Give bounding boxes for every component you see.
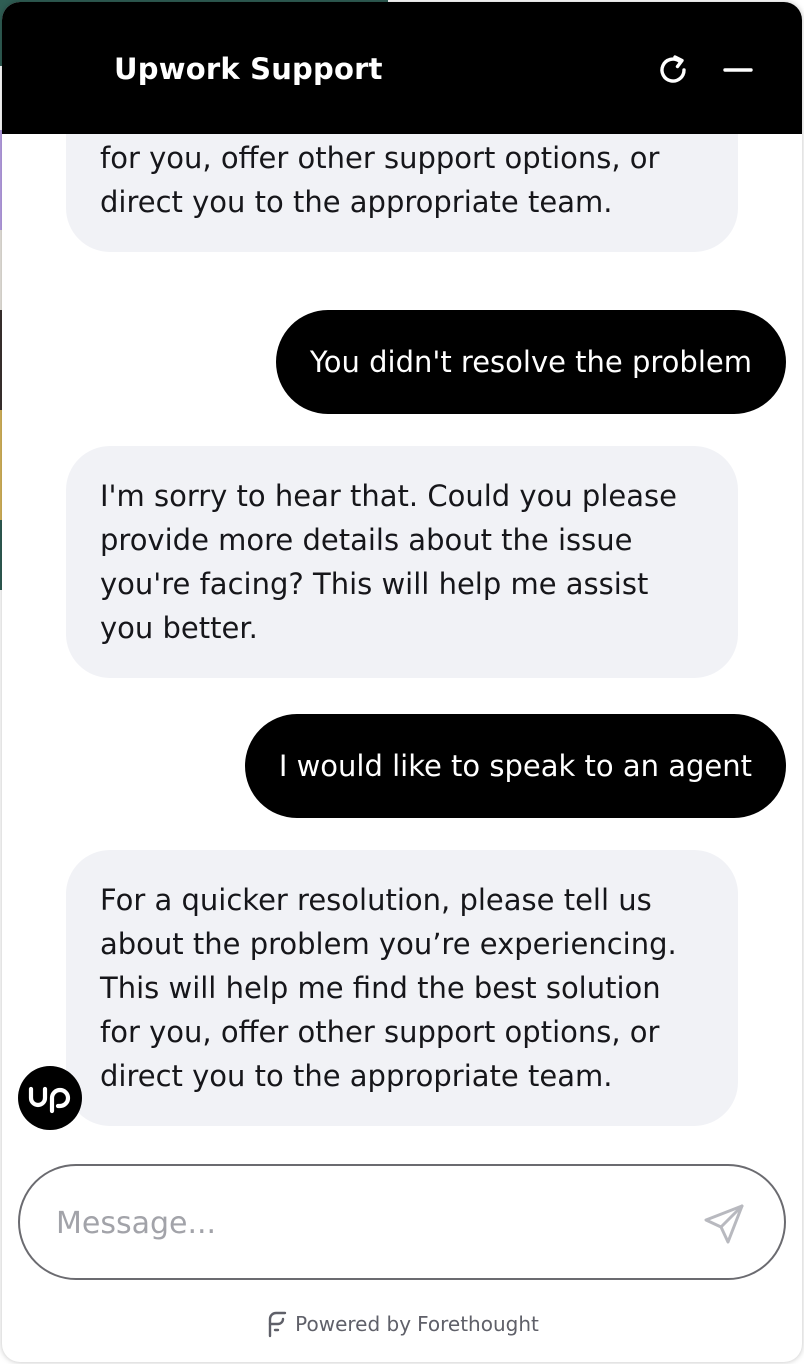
minimize-button[interactable] [718, 50, 758, 90]
message-list[interactable]: This will help me find the best solution… [2, 134, 802, 1158]
chat-title: Upwork Support [114, 52, 383, 86]
user-message-text: I would like to speak to an agent [278, 749, 752, 783]
user-message-text: You didn't resolve the problem [309, 345, 752, 379]
bot-message: This will help me find the best solution… [66, 134, 738, 252]
bot-message-text: For a quicker resolution, please tell us… [100, 883, 677, 1093]
message-composer [18, 1164, 786, 1280]
chat-widget: Upwork Support This will help me find th… [2, 2, 802, 1362]
forethought-logo-icon [268, 1311, 287, 1338]
minimize-icon [723, 68, 753, 72]
send-button[interactable] [700, 1200, 748, 1248]
user-message: I would like to speak to an agent [244, 714, 786, 818]
bot-avatar [18, 1066, 82, 1130]
powered-by-footer: Powered by Forethought [2, 1304, 802, 1344]
bot-message-text: This will help me find the best solution… [100, 141, 660, 219]
forethought-link[interactable]: Forethought [417, 1312, 539, 1336]
powered-by-label: Powered by [295, 1312, 412, 1336]
chat-header: Upwork Support [2, 2, 802, 134]
bot-message-text: I'm sorry to hear that. Could you please… [100, 479, 677, 645]
bot-message: For a quicker resolution, please tell us… [66, 850, 738, 1126]
refresh-button[interactable] [653, 50, 693, 90]
upwork-logo-icon [28, 1086, 71, 1114]
user-message: You didn't resolve the problem [275, 310, 786, 414]
send-icon [704, 1204, 744, 1244]
refresh-icon [660, 55, 686, 83]
message-input[interactable] [54, 1194, 678, 1252]
bot-message: I'm sorry to hear that. Could you please… [66, 446, 738, 678]
